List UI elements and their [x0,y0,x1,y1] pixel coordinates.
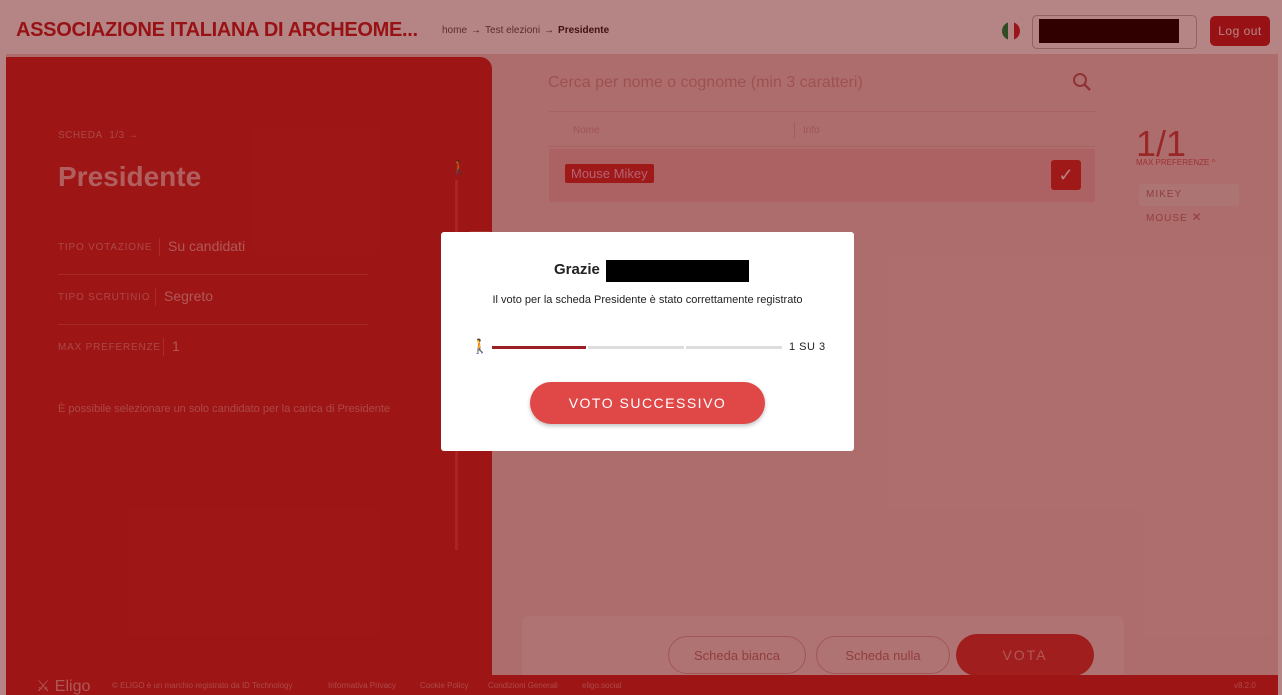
progress-segment-pending [686,346,782,349]
next-vote-button[interactable]: VOTO SUCCESSIVO [530,382,765,424]
walk-icon: 🚶 [471,338,489,354]
redacted-voter-name [606,260,749,282]
modal-greeting: Grazie [554,261,600,278]
modal-progress-text: 1 SU 3 [789,341,826,353]
modal-message: Il voto per la scheda Presidente è stato… [492,294,803,306]
progress-segment-pending [588,346,684,349]
progress-segment-done [492,346,586,349]
vote-confirmation-modal: Grazie Il voto per la scheda Presidente … [441,232,854,451]
